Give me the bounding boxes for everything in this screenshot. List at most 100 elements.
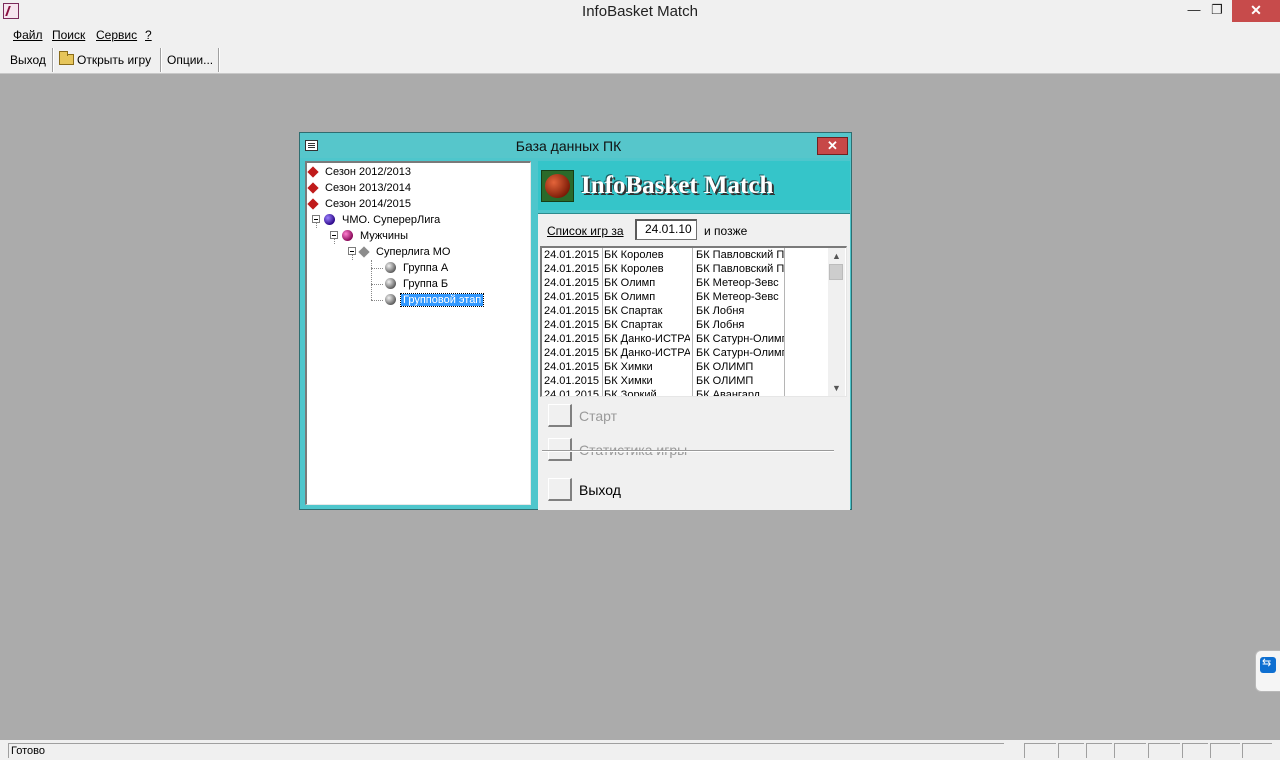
tree-line [371,260,373,300]
game-date: 24.01.2015 [544,333,600,345]
gray-ball-icon [385,294,396,305]
dialog-close-button[interactable]: ✕ [817,137,848,155]
games-body: Список игр за 24.01.10 и позже 24.01.201… [538,213,850,510]
start-button[interactable] [548,404,572,427]
game-away-team: БК Лобня [696,305,745,317]
gray-ball-icon [385,278,396,289]
season-tree[interactable]: Сезон 2012/2013 Сезон 2013/2014 Сезон 20… [305,161,531,505]
game-home-team: БК Химки [604,361,653,373]
game-date: 24.01.2015 [544,291,600,303]
toolbar-exit-button[interactable]: Выход [6,49,50,71]
status-panel [1086,743,1112,758]
tree-item-superleague-mo[interactable]: Суперлига МО [348,244,453,260]
game-away-team: БК Сатурн-Олимг [696,347,784,359]
menu-file[interactable]: Файл [13,28,43,42]
tree-line [371,268,383,270]
logo-text: InfoBasket Match [581,172,774,199]
game-away-team: БК Павловский П [696,263,784,275]
basketball-icon [541,170,574,202]
games-scrollbar[interactable]: ▲ ▼ [828,248,845,396]
game-away-team: БК Сатурн-Олимг [696,333,784,345]
tree-item-group-a[interactable]: Группа А [385,260,450,276]
red-diamond-icon [307,166,319,178]
menu-service[interactable]: Сервис [96,28,137,42]
status-panel [1114,743,1146,758]
column-separator [784,248,785,396]
toolbar-separator [52,48,54,72]
maximize-button[interactable]: ❐ [1200,0,1234,22]
game-date: 24.01.2015 [544,361,600,373]
tree-item-label: Мужчины [360,230,409,242]
game-home-team: БК Спартак [604,319,663,331]
tree-item-label: Группа А [403,262,449,274]
window-title: InfoBasket Match [582,3,698,20]
status-panel [1182,743,1208,758]
scroll-down-arrow-icon[interactable]: ▼ [828,380,845,396]
teamviewer-icon[interactable] [1255,650,1280,692]
status-text: Готово [8,743,1004,758]
game-away-team: БК Лобня [696,319,745,331]
game-home-team: БК Олимп [604,291,656,303]
and-later-label: и позже [704,224,748,238]
game-date: 24.01.2015 [544,389,600,397]
game-date: 24.01.2015 [544,305,600,317]
start-label: Старт [579,408,618,424]
status-panel [1058,743,1084,758]
gray-ball-icon [385,262,396,273]
column-separator [602,248,603,396]
game-date: 24.01.2015 [544,263,600,275]
game-date: 24.01.2015 [544,347,600,359]
tree-line [371,284,383,286]
toolbar-options-label: Опции... [167,53,214,67]
dialog-exit-button[interactable] [548,478,572,501]
collapse-icon[interactable] [348,247,356,255]
game-date: 24.01.2015 [544,319,600,331]
scrollbar-thumb[interactable] [829,264,843,280]
status-panel [1024,743,1056,758]
toolbar-open-game-button[interactable]: Открыть игру [55,49,155,71]
toolbar-open-label: Открыть игру [77,53,152,67]
game-date: 24.01.2015 [544,249,600,261]
game-home-team: БК Химки [604,375,653,387]
game-away-team: БК Метеор-Зевс [696,291,779,303]
toolbar-options-button[interactable]: Опции... [163,49,217,71]
date-input[interactable]: 24.01.10 [635,219,697,240]
game-home-team: БК Данко-ИСТРА [604,333,690,345]
tree-item-season-2013[interactable]: Сезон 2013/2014 [307,180,413,196]
status-panel [1210,743,1240,758]
games-list[interactable]: 24.01.2015 БК Королев БК Павловский П 24.01… [540,246,847,397]
title-bar: InfoBasket Match — ❐ ✕ [0,0,1280,24]
tree-item-season-2012[interactable]: Сезон 2012/2013 [307,164,413,180]
tree-item-label: Сезон 2013/2014 [325,182,411,194]
game-away-team: БК Авангард [696,389,761,397]
magenta-ball-icon [342,230,353,241]
collapse-icon[interactable] [330,231,338,239]
game-away-team: БК ОЛИМП [696,361,754,373]
tree-item-label: Суперлига МО [376,246,451,258]
game-date: 24.01.2015 [544,277,600,289]
database-dialog: База данных ПК ✕ Сезон 2012/2013 Сезон 2… [299,132,852,510]
game-home-team: БК Королев [604,249,664,261]
games-panel: InfoBasket Match Список игр за 24.01.10 … [538,161,850,510]
status-bar: Готово [0,740,1280,760]
scroll-up-arrow-icon[interactable]: ▲ [828,248,845,264]
tree-item-group-b[interactable]: Группа Б [385,276,450,292]
game-away-team: БК ОЛИМП [696,375,754,387]
close-button[interactable]: ✕ [1232,0,1280,22]
menu-help[interactable]: ? [145,28,152,42]
open-folder-icon [59,51,74,65]
tree-item-superleague[interactable]: ЧМО. СуперерЛига [312,212,442,228]
tree-item-men[interactable]: Мужчины [330,228,410,244]
toolbar-separator [218,48,220,72]
gray-diamond-icon [358,246,370,258]
tree-item-group-stage[interactable]: Групповой этап [385,292,485,308]
game-away-team: БК Павловский П [696,249,784,261]
collapse-icon[interactable] [312,215,320,223]
red-diamond-icon [307,182,319,194]
tree-line [371,300,383,302]
menu-bar: Файл Поиск Сервис ? [0,24,1280,46]
purple-ball-icon [324,214,335,225]
tree-item-season-2014[interactable]: Сезон 2014/2015 [307,196,413,212]
toolbar: Выход Открыть игру Опции... [0,46,1280,74]
menu-search[interactable]: Поиск [52,28,85,42]
